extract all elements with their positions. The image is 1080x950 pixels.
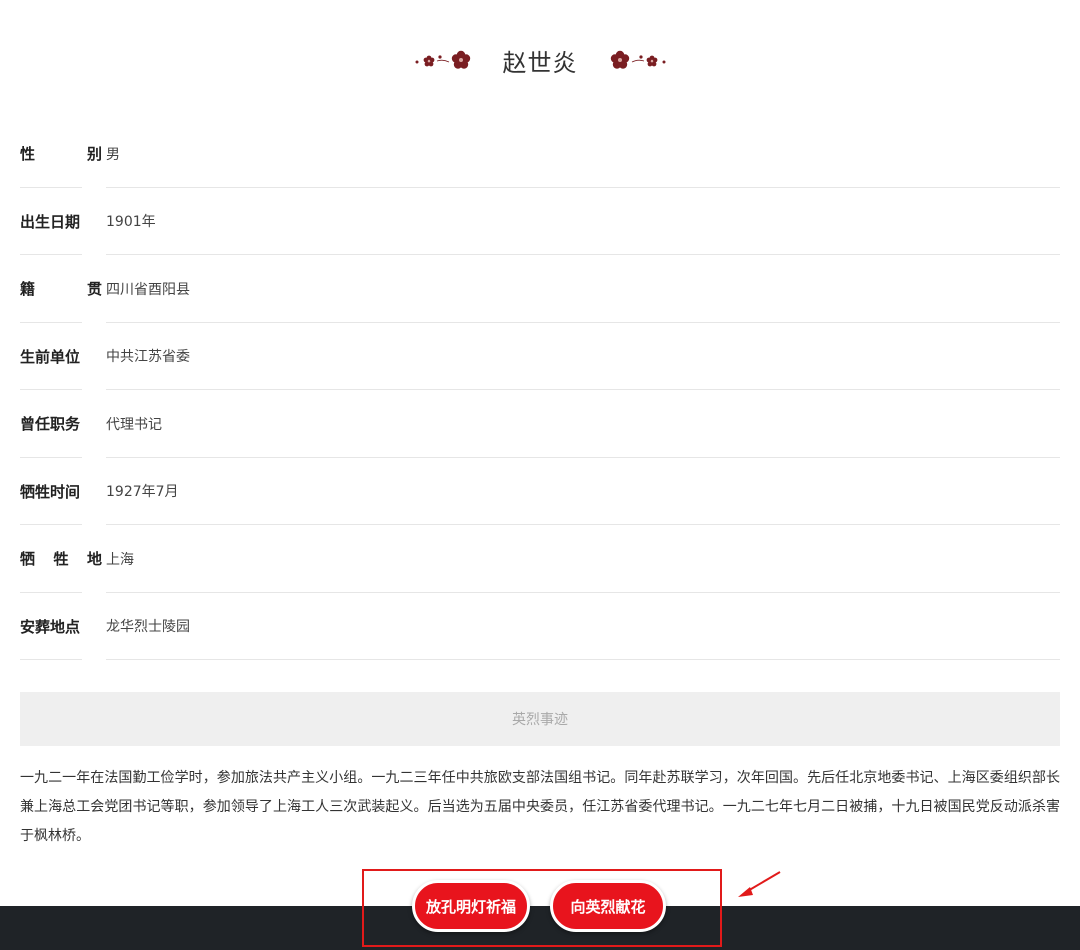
row-divider: [106, 659, 1060, 660]
info-label: 安葬地点: [20, 617, 81, 636]
deeds-section-heading: 英烈事迹: [20, 692, 1060, 746]
info-row-gender: 性别 男: [20, 120, 1060, 188]
info-label: 性别: [20, 145, 102, 164]
info-row-native-place: 籍贯 四川省酉阳县: [20, 255, 1060, 323]
biography-text: 一九二一年在法国勤工俭学时，参加旅法共产主义小组。一九二三年任中共旅欧支部法国组…: [20, 770, 1060, 844]
info-row-burial-place: 安葬地点 龙华烈士陵园: [20, 593, 1060, 660]
info-value-birth-date: 1901年: [106, 214, 156, 231]
info-label: 出生日期: [20, 212, 81, 231]
page-title: 赵世炎: [502, 48, 578, 77]
info-row-death-time: 牺牲时间 1927年7月: [20, 458, 1060, 525]
info-row-position: 曾任职务 代理书记: [20, 390, 1060, 458]
info-value-gender: 男: [106, 146, 120, 163]
offer-flowers-button[interactable]: 向英烈献花: [550, 880, 666, 932]
info-row-death-place: 牺牲地 上海: [20, 525, 1060, 593]
info-label: 曾任职务: [20, 415, 81, 434]
plum-blossom-right-icon: [610, 50, 665, 69]
annotation-arrow-icon: [738, 871, 781, 897]
plum-blossom-left-icon: [415, 50, 470, 69]
info-value-work-unit: 中共江苏省委: [106, 349, 190, 366]
info-value-death-place: 上海: [106, 551, 134, 568]
footer-bar: [0, 906, 1080, 950]
info-value-death-time: 1927年7月: [106, 484, 179, 501]
martyr-info-list: 性别 男 出生日期 1901年 籍贯 四川省酉阳县 生前单位 中共江苏省委 曾任…: [20, 120, 1060, 660]
info-value-burial-place: 龙华烈士陵园: [106, 619, 190, 636]
release-lantern-button[interactable]: 放孔明灯祈福: [412, 880, 530, 932]
info-row-birth-date: 出生日期 1901年: [20, 188, 1060, 255]
info-value-position: 代理书记: [106, 416, 162, 433]
page-title-row: 赵世炎: [0, 40, 1080, 80]
info-row-work-unit: 生前单位 中共江苏省委: [20, 323, 1060, 390]
info-label: 生前单位: [20, 347, 81, 366]
info-label: 牺牲地: [20, 550, 102, 569]
info-label: 牺牲时间: [20, 482, 81, 501]
row-divider-left: [20, 659, 82, 660]
info-value-native-place: 四川省酉阳县: [106, 281, 190, 298]
info-label: 籍贯: [20, 280, 102, 299]
